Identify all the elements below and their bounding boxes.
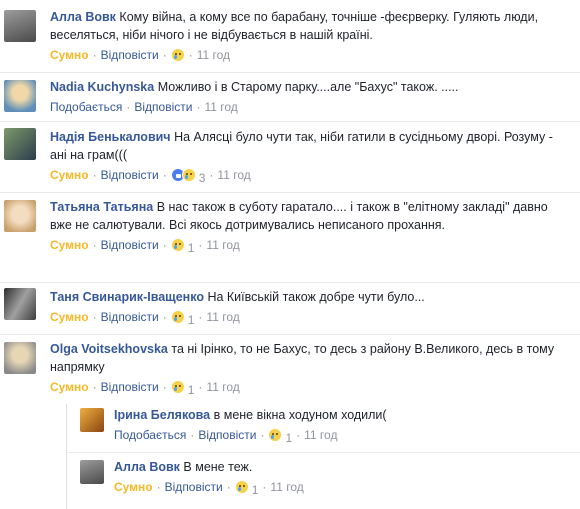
divider — [0, 192, 580, 193]
react-button[interactable]: Сумно — [50, 168, 89, 182]
comment-author[interactable]: Надія Бенькалович — [50, 130, 171, 144]
avatar[interactable] — [80, 408, 104, 432]
timestamp[interactable]: 11 год — [206, 238, 239, 252]
comment-text: Кому війна, а кому все по барабану, точн… — [50, 10, 539, 42]
comments-panel: { "labels": { "reply": "Відповісти", "do… — [0, 0, 580, 509]
avatar-image — [80, 460, 104, 484]
avatar[interactable] — [4, 80, 36, 112]
avatar-image — [4, 200, 36, 232]
timestamp[interactable]: 11 год — [206, 310, 239, 324]
comment-author[interactable]: Ірина Белякова — [114, 408, 210, 422]
avatar-image — [4, 10, 36, 42]
sad-emoji-icon — [170, 380, 185, 394]
reply-button[interactable]: Відповісти — [198, 428, 256, 442]
react-button[interactable]: Сумно — [50, 48, 89, 62]
sad-emoji-icon — [268, 428, 283, 442]
comment-author[interactable]: Алла Вовк — [114, 460, 180, 474]
comment-author[interactable]: Olga Voitsekhovska — [50, 342, 168, 356]
timestamp[interactable]: 11 год — [217, 168, 250, 182]
timestamp[interactable]: 11 год — [270, 480, 303, 494]
timestamp[interactable]: 11 год — [197, 48, 230, 62]
reaction-summary[interactable]: 1 — [170, 380, 195, 399]
comment-author[interactable]: Таня Свинарик-Іващенко — [50, 290, 204, 304]
comment-author[interactable]: Nadia Kuchynska — [50, 80, 154, 94]
comment-author[interactable]: Алла Вовк — [50, 10, 116, 24]
reply-thread-line — [66, 404, 67, 509]
avatar-image — [80, 408, 104, 432]
reply-button[interactable]: Відповісти — [101, 48, 159, 62]
like-button[interactable]: Подобається — [50, 100, 122, 114]
sad-emoji-icon — [170, 48, 185, 62]
react-button[interactable]: Сумно — [50, 310, 89, 324]
comment-text: Можливо і в Старому парку....але "Бахус"… — [157, 80, 459, 94]
comment-text: в мене вікна ходуном ходили( — [213, 408, 387, 422]
avatar-image — [4, 128, 36, 160]
reply-button[interactable]: Відповісти — [134, 100, 192, 114]
divider — [0, 282, 580, 283]
reaction-summary[interactable] — [170, 48, 185, 67]
divider — [0, 72, 580, 73]
divider — [0, 121, 580, 122]
avatar-image — [4, 288, 36, 320]
sad-emoji-icon — [170, 238, 185, 252]
comment-text: На Київській також добре чути було... — [207, 290, 425, 304]
reaction-summary[interactable]: 1 — [170, 238, 195, 257]
react-button[interactable]: Сумно — [50, 380, 89, 394]
react-button[interactable]: Сумно — [114, 480, 153, 494]
sad-emoji-icon — [234, 480, 249, 494]
timestamp[interactable]: 11 год — [204, 100, 237, 114]
avatar[interactable] — [4, 288, 36, 320]
reaction-count: 1 — [251, 483, 259, 497]
reaction-count: 1 — [187, 383, 195, 397]
reaction-count: 1 — [285, 431, 293, 445]
avatar[interactable] — [4, 128, 36, 160]
avatar[interactable] — [4, 342, 36, 374]
reply-button[interactable]: Відповісти — [101, 168, 159, 182]
reply-button[interactable]: Відповісти — [101, 238, 159, 252]
like-button[interactable]: Подобається — [114, 428, 186, 442]
react-button[interactable]: Сумно — [50, 238, 89, 252]
sad-emoji-icon — [181, 168, 196, 182]
reaction-count: 1 — [187, 241, 195, 255]
reply-button[interactable]: Відповісти — [165, 480, 223, 494]
reaction-count: 3 — [198, 171, 206, 185]
sad-emoji-icon — [170, 310, 185, 324]
avatar-image — [4, 342, 36, 374]
divider — [0, 334, 580, 335]
comment-author[interactable]: Татьяна Татьяна — [50, 200, 153, 214]
avatar[interactable] — [4, 10, 36, 42]
reaction-count: 1 — [187, 313, 195, 327]
comment-text: В мене теж. — [183, 460, 253, 474]
reply-button[interactable]: Відповісти — [101, 380, 159, 394]
divider — [66, 452, 580, 453]
reaction-summary[interactable]: 3 — [170, 168, 206, 187]
reaction-summary[interactable]: 1 — [170, 310, 195, 329]
timestamp[interactable]: 11 год — [304, 428, 337, 442]
avatar[interactable] — [80, 460, 104, 484]
reaction-summary[interactable]: 1 — [234, 480, 259, 499]
reaction-summary[interactable]: 1 — [268, 428, 292, 447]
reply-button[interactable]: Відповісти — [101, 310, 159, 324]
avatar-image — [4, 80, 36, 112]
timestamp[interactable]: 11 год — [206, 380, 239, 394]
avatar[interactable] — [4, 200, 36, 232]
